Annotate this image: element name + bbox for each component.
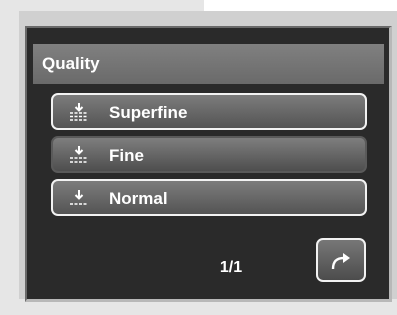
quality-superfine-icon bbox=[68, 102, 90, 122]
option-superfine[interactable]: Superfine bbox=[51, 93, 367, 130]
left-frame-strip bbox=[0, 11, 19, 315]
option-normal[interactable]: Normal bbox=[51, 179, 367, 216]
camera-menu-screen: Quality Superfine Fine Normal 1/1 bbox=[0, 0, 397, 315]
return-button[interactable] bbox=[316, 238, 366, 282]
quality-normal-icon bbox=[68, 188, 90, 208]
option-fine-label: Fine bbox=[109, 146, 144, 165]
quality-fine-icon bbox=[68, 145, 90, 165]
return-arrow-icon bbox=[331, 253, 350, 270]
top-frame-strip bbox=[0, 0, 204, 11]
option-fine[interactable]: Fine bbox=[51, 136, 367, 173]
page-indicator: 1/1 bbox=[219, 259, 243, 276]
option-superfine-label: Superfine bbox=[109, 103, 188, 122]
menu-title-bar: Quality bbox=[33, 44, 384, 84]
option-normal-label: Normal bbox=[109, 189, 168, 208]
menu-title: Quality bbox=[42, 54, 100, 73]
